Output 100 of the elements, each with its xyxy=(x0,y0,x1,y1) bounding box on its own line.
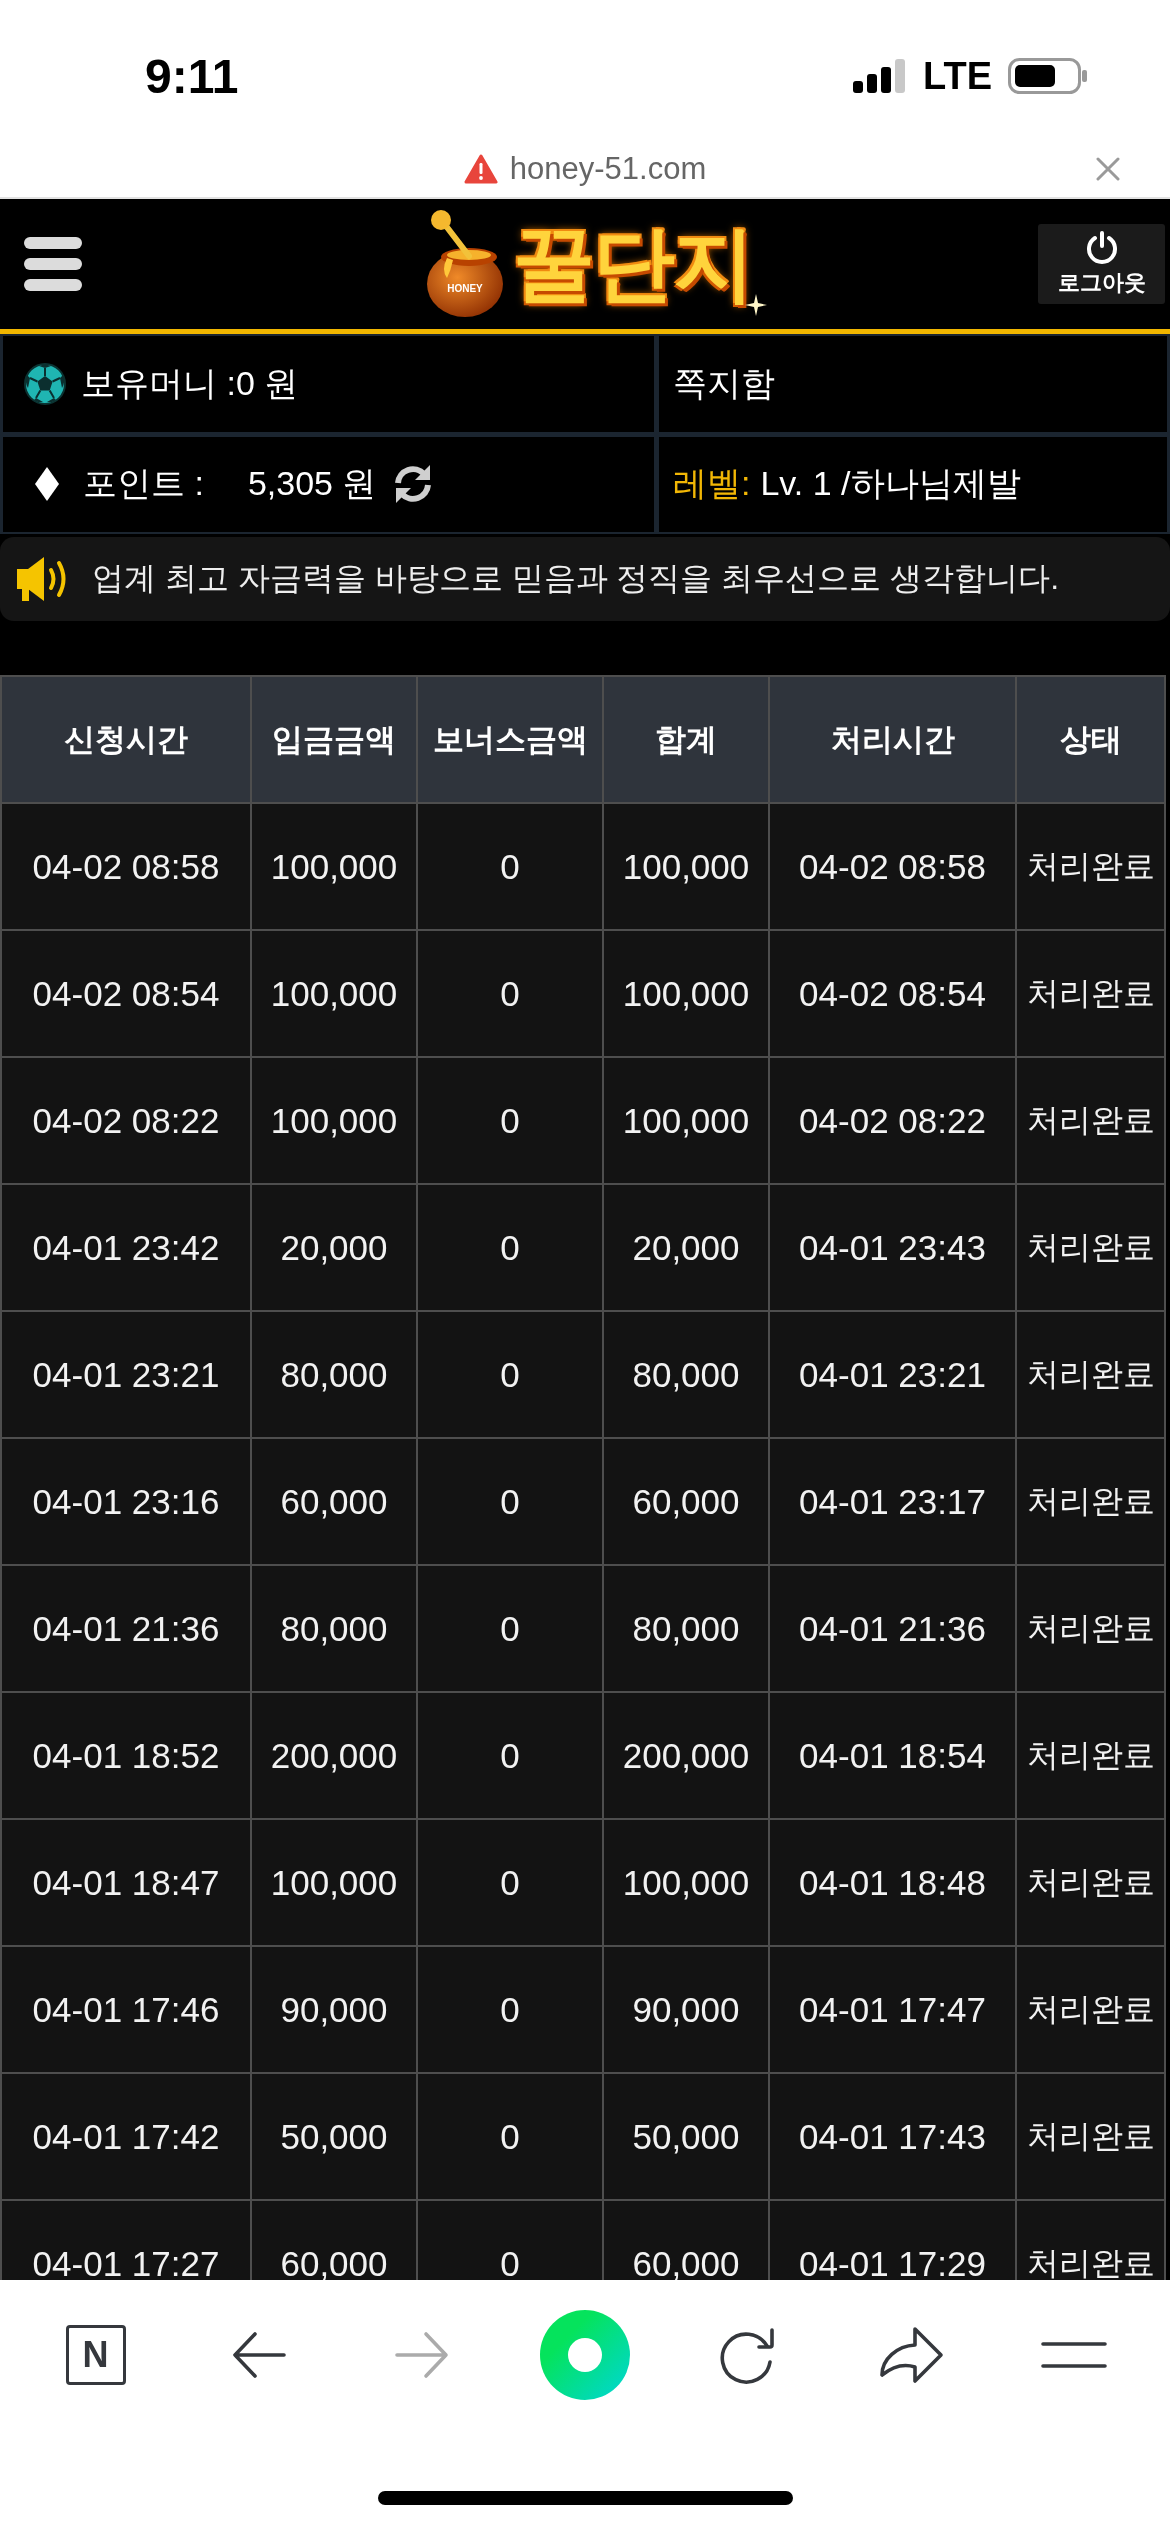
menu-icon[interactable] xyxy=(1040,2342,1107,2368)
table-cell: 04-01 17:46 xyxy=(1,1946,251,2073)
table-cell: 80,000 xyxy=(251,1311,417,1438)
battery-icon xyxy=(1008,58,1088,94)
table-cell: 60,000 xyxy=(251,2200,417,2280)
table-cell: 처리완료 xyxy=(1016,2073,1165,2200)
table-cell: 처리완료 xyxy=(1016,1057,1165,1184)
table-cell: 04-02 08:22 xyxy=(1,1057,251,1184)
diamond-icon xyxy=(35,467,59,502)
table-cell: 0 xyxy=(417,1819,603,1946)
table-cell: 50,000 xyxy=(251,2073,417,2200)
status-time: 9:11 xyxy=(145,48,239,104)
back-icon[interactable] xyxy=(230,2329,287,2381)
logo-text[interactable]: 꿀단지 xyxy=(512,223,753,305)
table-cell: 60,000 xyxy=(603,1438,769,1565)
table-cell: 04-02 08:54 xyxy=(769,930,1016,1057)
honey-pot-icon xyxy=(426,210,503,317)
table-cell: 100,000 xyxy=(603,1057,769,1184)
table-cell: 90,000 xyxy=(603,1946,769,2073)
table-cell: 처리완료 xyxy=(1016,1311,1165,1438)
column-header: 처리시간 xyxy=(769,676,1016,803)
table-cell: 04-02 08:54 xyxy=(1,930,251,1057)
table-cell: 20,000 xyxy=(603,1184,769,1311)
table-cell: 100,000 xyxy=(251,1819,417,1946)
table-cell: 80,000 xyxy=(603,1565,769,1692)
table-cell: 100,000 xyxy=(603,1819,769,1946)
table-cell: 처리완료 xyxy=(1016,930,1165,1057)
points-value: 5,305 원 xyxy=(247,463,377,505)
table-cell: 처리완료 xyxy=(1016,2200,1165,2280)
table-cell: 04-02 08:58 xyxy=(769,803,1016,930)
pot-label: HONEY xyxy=(446,283,483,294)
table-cell: 0 xyxy=(417,1565,603,1692)
table-cell: 처리완료 xyxy=(1016,1184,1165,1311)
table-cell: 100,000 xyxy=(603,803,769,930)
table-cell: 04-01 18:52 xyxy=(1,1692,251,1819)
table-cell: 0 xyxy=(417,2073,603,2200)
table-cell: 200,000 xyxy=(603,1692,769,1819)
table-cell: 처리완료 xyxy=(1016,1565,1165,1692)
table-cell: 04-01 23:17 xyxy=(769,1438,1016,1565)
table-cell: 100,000 xyxy=(251,803,417,930)
table-cell: 처리완료 xyxy=(1016,1438,1165,1565)
table-cell: 0 xyxy=(417,1311,603,1438)
table-cell: 04-01 23:21 xyxy=(1,1311,251,1438)
table-cell: 100,000 xyxy=(603,930,769,1057)
table-cell: 04-01 18:54 xyxy=(769,1692,1016,1819)
level-label: 레벨: xyxy=(673,463,751,505)
messages-link[interactable]: 쪽지함 xyxy=(673,360,775,407)
signal-icon xyxy=(853,59,908,93)
table-cell: 50,000 xyxy=(603,2073,769,2200)
table-cell: 80,000 xyxy=(603,1311,769,1438)
logout-button[interactable]: 로그아웃 xyxy=(1038,224,1165,304)
table-cell: 80,000 xyxy=(251,1565,417,1692)
table-cell: 0 xyxy=(417,803,603,930)
table-cell: 04-01 17:27 xyxy=(1,2200,251,2280)
notice-text: 업계 최고 자금력을 바탕으로 믿음과 정직을 최우선으로 생각합니다. xyxy=(92,559,1060,598)
column-header: 신청시간 xyxy=(1,676,251,803)
table-cell: 04-01 18:47 xyxy=(1,1819,251,1946)
sparkle-icon xyxy=(744,294,767,316)
table-cell: 60,000 xyxy=(603,2200,769,2280)
warning-icon xyxy=(463,153,498,184)
table-cell: 04-01 23:42 xyxy=(1,1184,251,1311)
table-cell: 04-01 23:16 xyxy=(1,1438,251,1565)
network-type: LTE xyxy=(923,54,992,98)
table-cell: 90,000 xyxy=(251,1946,417,2073)
points-label: 포인트 : xyxy=(83,463,204,505)
table-cell: 04-01 17:42 xyxy=(1,2073,251,2200)
table-cell: 04-02 08:58 xyxy=(1,803,251,930)
table-cell: 100,000 xyxy=(251,930,417,1057)
table-cell: 60,000 xyxy=(251,1438,417,1565)
soccer-ball-icon xyxy=(23,361,67,406)
power-icon xyxy=(1084,230,1119,264)
table-cell: 04-01 17:43 xyxy=(769,2073,1016,2200)
table-cell: 0 xyxy=(417,930,603,1057)
table-cell: 0 xyxy=(417,1438,603,1565)
table-cell: 처리완료 xyxy=(1016,803,1165,930)
table-cell: 0 xyxy=(417,2200,603,2280)
level-value: Lv. 1 /하나님제발 xyxy=(760,463,1021,505)
url-text[interactable]: honey-51.com xyxy=(509,150,707,187)
table-cell: 0 xyxy=(417,1692,603,1819)
table-cell: 04-01 23:21 xyxy=(769,1311,1016,1438)
column-header: 상태 xyxy=(1016,676,1165,803)
menu-icon[interactable] xyxy=(24,235,82,293)
n-box-button[interactable]: N xyxy=(65,2325,126,2385)
table-cell: 04-01 21:36 xyxy=(1,1565,251,1692)
table-cell: 100,000 xyxy=(251,1057,417,1184)
table-cell: 처리완료 xyxy=(1016,1946,1165,2073)
close-icon[interactable] xyxy=(1096,156,1120,181)
column-header: 합계 xyxy=(603,676,769,803)
table-cell: 0 xyxy=(417,1184,603,1311)
table-cell: 04-01 21:36 xyxy=(769,1565,1016,1692)
table-cell: 04-01 17:47 xyxy=(769,1946,1016,2073)
table-cell: 04-02 08:22 xyxy=(769,1057,1016,1184)
table-cell: 04-01 18:48 xyxy=(769,1819,1016,1946)
table-cell: 0 xyxy=(417,1946,603,2073)
column-header: 보너스금액 xyxy=(417,676,603,803)
table-cell: 20,000 xyxy=(251,1184,417,1311)
table-cell: 04-01 23:43 xyxy=(769,1184,1016,1311)
table-cell: 처리완료 xyxy=(1016,1819,1165,1946)
table-cell: 0 xyxy=(417,1057,603,1184)
table-cell: 처리완료 xyxy=(1016,1692,1165,1819)
